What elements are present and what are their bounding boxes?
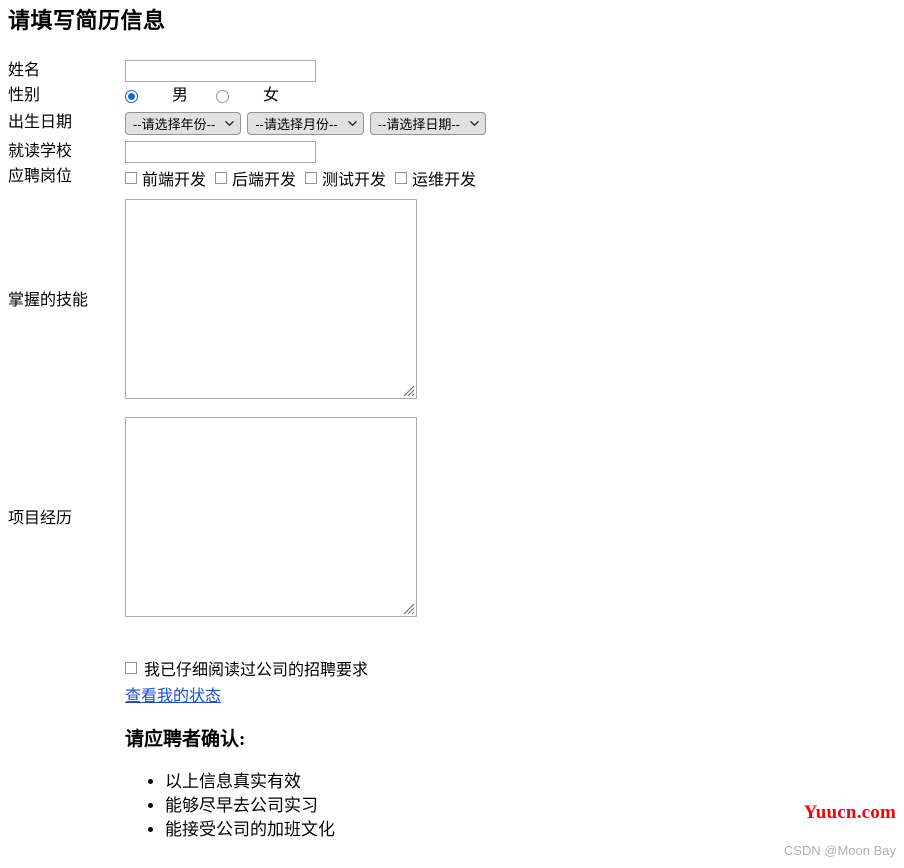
control-birthday: --请选择年份-- --请选择月份-- --请选择日期-- [125, 112, 608, 135]
confirmation-section: 请应聘者确认: 以上信息真实有效 能够尽早去公司实习 能接受公司的加班文化 [125, 728, 625, 842]
csdn-watermark: CSDN @Moon Bay [783, 843, 896, 858]
birth-day-value: --请选择日期-- [377, 117, 460, 132]
skills-textarea[interactable] [125, 198, 417, 399]
chevron-down-icon [225, 119, 235, 128]
checkbox-devops-label[interactable]: 运维开发 [407, 166, 476, 190]
control-position: 前端开发 后端开发 测试开发 运维开发 [125, 166, 608, 190]
resume-form: 姓名 性别 男 女 出生日期 --请选择年份-- --请选择月份-- --请选择… [8, 60, 608, 625]
radio-female-label[interactable]: 女 [259, 85, 279, 107]
form-row-name: 姓名 [8, 60, 608, 85]
confirmation-list: 以上信息真实有效 能够尽早去公司实习 能接受公司的加班文化 [125, 770, 625, 842]
checkbox-read-requirements-label[interactable]: 我已仔细阅读过公司的招聘要求 [137, 656, 368, 680]
checkbox-testing-label[interactable]: 测试开发 [317, 166, 386, 190]
checkbox-devops[interactable] [395, 172, 408, 184]
label-skills: 掌握的技能 [8, 292, 89, 309]
resize-handle-icon[interactable] [402, 602, 415, 615]
label-gender: 性别 [8, 87, 41, 104]
control-projects [125, 407, 608, 625]
projects-textarea[interactable] [125, 416, 417, 617]
list-item: 能够尽早去公司实习 [165, 794, 625, 818]
school-input[interactable] [125, 141, 316, 163]
label-name: 姓名 [8, 62, 41, 79]
list-item: 以上信息真实有效 [165, 770, 625, 794]
gender-radio-group: 男 女 [125, 85, 279, 107]
radio-female[interactable] [216, 89, 230, 103]
checkbox-frontend-label[interactable]: 前端开发 [137, 166, 206, 190]
birth-year-select[interactable]: --请选择年份-- [125, 112, 242, 135]
label-birthday: 出生日期 [8, 114, 73, 131]
control-skills [125, 189, 608, 407]
checkbox-testing[interactable] [305, 172, 318, 184]
label-projects: 项目经历 [8, 510, 73, 527]
checkbox-read-requirements[interactable] [125, 662, 137, 674]
name-input[interactable] [125, 60, 316, 82]
birth-month-select[interactable]: --请选择月份-- [247, 112, 364, 135]
control-school [125, 141, 608, 163]
birth-year-value: --请选择年份-- [133, 117, 216, 132]
control-gender: 男 女 [125, 85, 608, 107]
label-position: 应聘岗位 [8, 168, 73, 185]
chevron-down-icon [347, 119, 357, 128]
agreement-row: 我已仔细阅读过公司的招聘要求 [125, 657, 625, 679]
page-title: 请填写简历信息 [8, 8, 166, 33]
checkbox-backend[interactable] [215, 172, 228, 184]
chevron-down-icon [470, 119, 479, 128]
form-row-gender: 性别 男 女 [8, 85, 608, 112]
label-school: 就读学校 [8, 143, 73, 160]
list-item: 能接受公司的加班文化 [165, 818, 625, 842]
resize-handle-icon[interactable] [402, 384, 415, 397]
form-row-skills: 掌握的技能 [8, 189, 608, 407]
position-checkbox-group: 前端开发 后端开发 测试开发 运维开发 [125, 166, 476, 190]
checkbox-frontend[interactable] [125, 172, 137, 184]
birth-month-value: --请选择月份-- [255, 117, 338, 132]
form-row-birthday: 出生日期 --请选择年份-- --请选择月份-- --请选择日期-- [8, 112, 608, 141]
form-row-projects: 项目经历 [8, 407, 608, 625]
radio-male[interactable] [125, 89, 138, 103]
control-name [125, 60, 608, 82]
confirmation-title: 请应聘者确认: [125, 729, 246, 750]
radio-male-label[interactable]: 男 [168, 85, 188, 107]
view-my-status-link[interactable]: 查看我的状态 [125, 682, 221, 706]
agreement-section: 我已仔细阅读过公司的招聘要求 查看我的状态 [125, 657, 625, 706]
site-watermark: Yuucn.com [803, 802, 896, 823]
form-row-school: 就读学校 [8, 141, 608, 166]
checkbox-backend-label[interactable]: 后端开发 [227, 166, 296, 190]
form-row-position: 应聘岗位 前端开发 后端开发 测试开发 运维开发 [8, 166, 608, 189]
birth-day-select[interactable]: --请选择日期-- [369, 112, 486, 135]
